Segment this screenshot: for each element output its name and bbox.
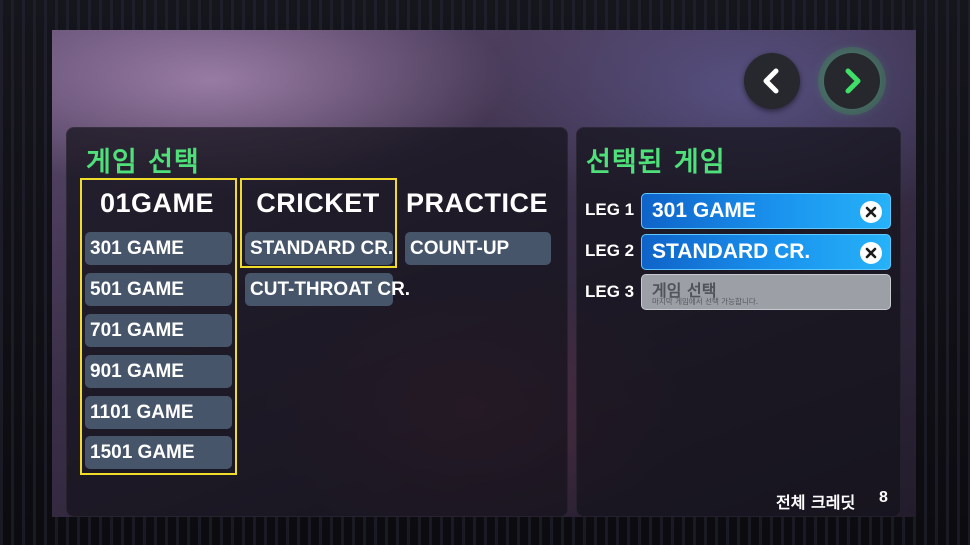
- leg-2-label: LEG 2: [585, 241, 635, 260]
- leg-3-placeholder-hint: 마지막 게임에서 선택 가능합니다.: [652, 297, 759, 306]
- game-option-cut-throat-cricket[interactable]: CUT-THROAT CR.: [245, 273, 410, 306]
- close-icon: [865, 247, 877, 259]
- leg-1-label: LEG 1: [585, 200, 635, 219]
- game-option-301[interactable]: 301 GAME: [85, 232, 232, 265]
- game-option-1501[interactable]: 1501 GAME: [85, 436, 232, 469]
- leg-2-slot[interactable]: STANDARD CR.: [641, 234, 891, 270]
- game-option-501[interactable]: 501 GAME: [85, 273, 232, 306]
- chevron-left-icon: [763, 68, 779, 94]
- game-option-1101[interactable]: 1101 GAME: [85, 396, 232, 429]
- column-header-cricket: CRICKET: [256, 188, 380, 218]
- column-header-01game: 01GAME: [99, 188, 215, 218]
- leg-3-slot[interactable]: 게임 선택 마지막 게임에서 선택 가능합니다.: [641, 274, 891, 310]
- selected-games-panel: [576, 127, 901, 517]
- leg-1-remove-button[interactable]: [860, 201, 882, 223]
- game-option-901[interactable]: 901 GAME: [85, 355, 232, 388]
- leg-3-label: LEG 3: [585, 282, 635, 301]
- game-option-standard-cricket[interactable]: STANDARD CR.: [245, 232, 393, 265]
- back-button[interactable]: [744, 53, 800, 109]
- selected-games-title: 선택된 게임: [586, 147, 726, 178]
- leg-2-game: STANDARD CR.: [652, 240, 811, 263]
- game-select-title: 게임 선택: [86, 147, 200, 178]
- column-header-practice: PRACTICE: [405, 188, 548, 218]
- credits-label: 전체 크레딧: [776, 493, 856, 512]
- leg-2-remove-button[interactable]: [860, 242, 882, 264]
- close-icon: [865, 206, 877, 218]
- game-option-701[interactable]: 701 GAME: [85, 314, 232, 347]
- next-button[interactable]: [824, 53, 880, 109]
- game-option-count-up[interactable]: COUNT-UP: [405, 232, 551, 265]
- credits-value: 8: [879, 489, 888, 506]
- leg-1-game: 301 GAME: [652, 199, 756, 222]
- leg-1-slot[interactable]: 301 GAME: [641, 193, 891, 229]
- chevron-right-icon: [845, 68, 861, 94]
